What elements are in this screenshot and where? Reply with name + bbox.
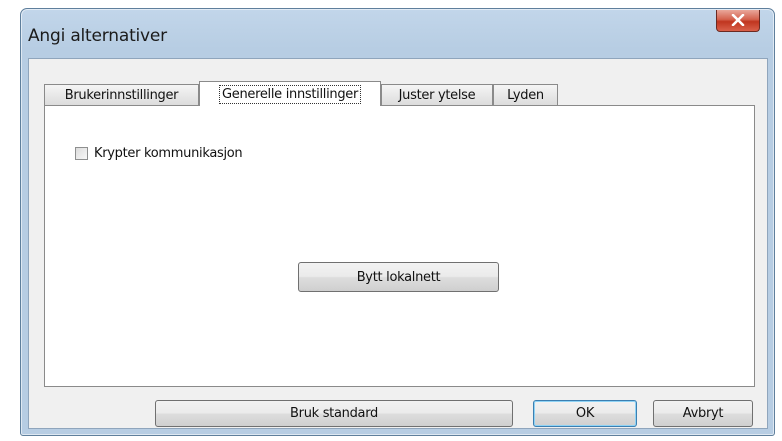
encrypt-checkbox-row[interactable]: Krypter kommunikasjon — [75, 146, 243, 161]
use-defaults-button[interactable]: Bruk standard — [155, 400, 513, 427]
title-bar[interactable]: Angi alternativer — [21, 9, 774, 57]
dialog-client-area: Brukerinnstillinger Generelle innstillin… — [28, 58, 768, 429]
tab-brukerinnstillinger[interactable]: Brukerinnstillinger — [44, 84, 199, 105]
tab-strip: Brukerinnstillinger Generelle innstillin… — [44, 79, 644, 106]
options-dialog: Angi alternativer Brukerinnstillinger Ge… — [20, 8, 775, 436]
tab-label: Generelle innstillinger — [218, 84, 362, 104]
tab-juster-ytelse[interactable]: Juster ytelse — [381, 84, 493, 105]
change-lan-button[interactable]: Bytt lokalnett — [298, 262, 499, 292]
tab-label: Juster ytelse — [398, 87, 476, 103]
tab-lyden[interactable]: Lyden — [493, 84, 558, 105]
close-icon — [731, 11, 745, 30]
tab-label: Brukerinnstillinger — [64, 87, 179, 103]
tab-generelle-innstillinger[interactable]: Generelle innstillinger — [199, 81, 381, 106]
encrypt-checkbox-label: Krypter kommunikasjon — [94, 146, 243, 161]
cancel-button[interactable]: Avbryt — [653, 400, 753, 427]
ok-button[interactable]: OK — [533, 400, 637, 427]
window-title: Angi alternativer — [28, 26, 167, 46]
tab-panel-generelle-innstillinger: Krypter kommunikasjon Bytt lokalnett — [44, 105, 755, 387]
encrypt-checkbox[interactable] — [75, 147, 88, 160]
tab-label: Lyden — [507, 87, 544, 103]
close-button[interactable] — [716, 10, 760, 32]
